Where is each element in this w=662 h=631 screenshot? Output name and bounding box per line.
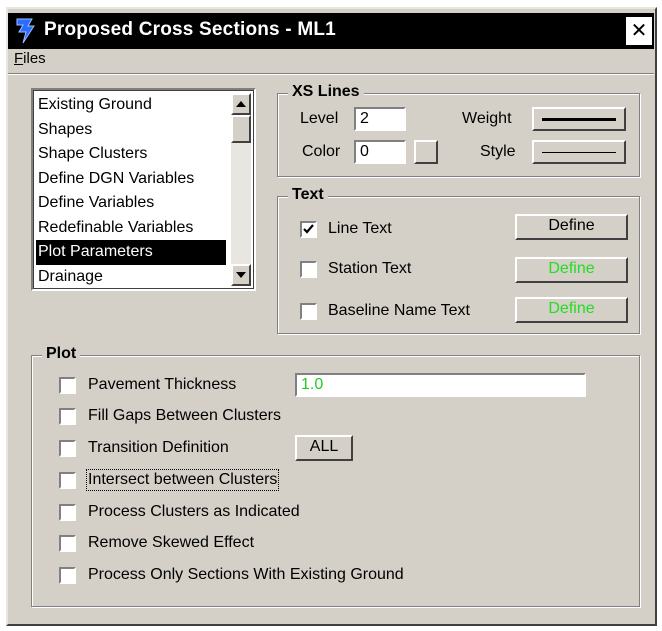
scroll-up-button[interactable] bbox=[231, 93, 251, 115]
fill-gaps-label: Fill Gaps Between Clusters bbox=[88, 407, 281, 424]
menu-files[interactable]: Files bbox=[14, 50, 46, 67]
station-text-label: Station Text bbox=[328, 260, 412, 277]
intersect-clusters-label: Intersect between Clusters bbox=[85, 469, 280, 491]
xs-lines-group: XS Lines Level 2 Color 0 Weight Style bbox=[277, 83, 640, 177]
pavement-thickness-label: Pavement Thickness bbox=[88, 376, 237, 393]
menu-files-mnemonic: F bbox=[14, 50, 24, 67]
color-swatch-button[interactable] bbox=[414, 140, 438, 164]
menu-separator bbox=[8, 73, 654, 75]
list-item[interactable]: Define Variables bbox=[36, 191, 226, 216]
menu-bar: Files bbox=[8, 49, 654, 73]
pavement-thickness-field[interactable]: 1.0 bbox=[295, 373, 586, 397]
xs-lines-title: XS Lines bbox=[288, 83, 364, 101]
intersect-clusters-checkbox[interactable] bbox=[59, 472, 76, 489]
list-item[interactable]: Plot Parameters bbox=[36, 240, 226, 265]
weight-button[interactable] bbox=[532, 107, 626, 131]
line-text-define-button[interactable]: Define bbox=[515, 214, 628, 240]
list-item[interactable]: Drainage bbox=[36, 265, 226, 290]
menu-files-rest: iles bbox=[23, 50, 46, 67]
list-item[interactable]: Existing Ground bbox=[36, 93, 226, 118]
station-text-checkbox[interactable] bbox=[300, 261, 317, 278]
pavement-thickness-checkbox[interactable] bbox=[59, 377, 76, 394]
category-listbox[interactable]: Existing Ground Shapes Shape Clusters De… bbox=[31, 88, 256, 291]
color-label: Color bbox=[302, 143, 341, 160]
close-icon: ✕ bbox=[630, 20, 648, 42]
arrow-up-icon bbox=[236, 101, 246, 107]
transition-all-button[interactable]: ALL bbox=[295, 435, 353, 461]
category-list: Existing Ground Shapes Shape Clusters De… bbox=[36, 93, 226, 289]
arrow-down-icon bbox=[236, 272, 246, 278]
baseline-name-text-checkbox[interactable] bbox=[300, 303, 317, 320]
remove-skewed-checkbox[interactable] bbox=[59, 535, 76, 552]
transition-definition-label: Transition Definition bbox=[88, 439, 229, 456]
level-label: Level bbox=[300, 110, 339, 127]
bentley-b-icon bbox=[16, 18, 35, 44]
style-button[interactable] bbox=[532, 140, 626, 164]
remove-skewed-label: Remove Skewed Effect bbox=[88, 534, 255, 551]
text-title: Text bbox=[288, 186, 328, 204]
title-bar[interactable]: Proposed Cross Sections - ML1 ✕ bbox=[8, 13, 654, 49]
process-clusters-label: Process Clusters as Indicated bbox=[88, 503, 300, 520]
plot-group: Plot Pavement Thickness 1.0 Fill Gaps Be… bbox=[31, 345, 640, 607]
baseline-name-text-label: Baseline Name Text bbox=[328, 302, 470, 319]
close-button[interactable]: ✕ bbox=[626, 17, 652, 45]
station-text-define-button[interactable]: Define bbox=[515, 257, 628, 283]
list-item[interactable]: Shapes bbox=[36, 118, 226, 143]
list-item[interactable]: Define DGN Variables bbox=[36, 167, 226, 192]
list-item[interactable]: Shape Clusters bbox=[36, 142, 226, 167]
scroll-down-button[interactable] bbox=[231, 264, 251, 286]
transition-definition-checkbox[interactable] bbox=[59, 440, 76, 457]
baseline-name-text-define-button[interactable]: Define bbox=[515, 297, 628, 323]
text-group: Text Line Text Define Station Text Defin… bbox=[277, 186, 640, 334]
color-field[interactable]: 0 bbox=[354, 140, 406, 164]
weight-line-sample bbox=[542, 118, 616, 121]
plot-title: Plot bbox=[42, 345, 81, 363]
line-text-label: Line Text bbox=[328, 220, 392, 237]
process-only-existing-label: Process Only Sections With Existing Grou… bbox=[88, 566, 404, 583]
style-label: Style bbox=[480, 143, 516, 160]
level-field[interactable]: 2 bbox=[354, 107, 406, 131]
process-only-existing-checkbox[interactable] bbox=[59, 567, 76, 584]
style-line-sample bbox=[542, 152, 616, 153]
scroll-thumb[interactable] bbox=[231, 115, 251, 143]
list-scrollbar[interactable] bbox=[231, 93, 251, 286]
checkmark-icon bbox=[303, 224, 314, 234]
list-item[interactable]: Redefinable Variables bbox=[36, 216, 226, 241]
process-clusters-checkbox[interactable] bbox=[59, 504, 76, 521]
weight-label: Weight bbox=[462, 110, 512, 127]
line-text-checkbox[interactable] bbox=[300, 221, 317, 238]
window-title: Proposed Cross Sections - ML1 bbox=[44, 19, 336, 40]
fill-gaps-checkbox[interactable] bbox=[59, 408, 76, 425]
